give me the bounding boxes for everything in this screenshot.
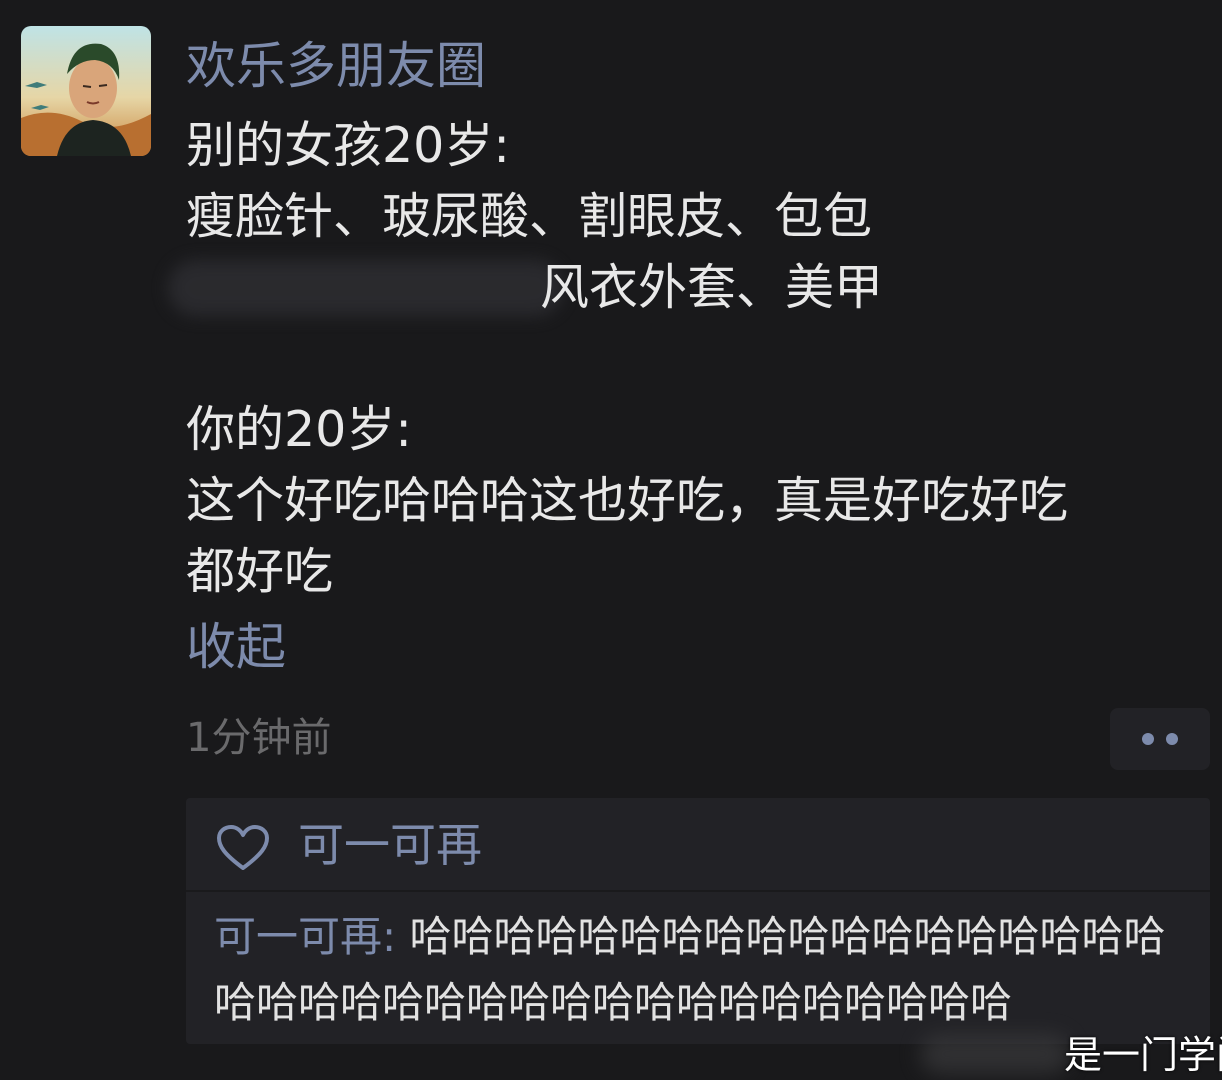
post-content: 别的女孩20岁: 瘦脸针、玻尿酸、割眼皮、包包 风衣外套、美甲 你的20岁: 这… bbox=[168, 110, 1206, 607]
comment-item[interactable]: 可一可再: 哈哈哈哈哈哈哈哈哈哈哈哈哈哈哈哈哈哈哈哈哈哈哈哈哈哈哈哈哈哈哈哈哈哈… bbox=[214, 904, 1206, 1036]
post-line-blank bbox=[186, 323, 1206, 394]
more-dot-icon bbox=[1142, 733, 1154, 745]
watermark-smudge bbox=[920, 1034, 1070, 1074]
post-line-partially-blurred: 风衣外套、美甲 bbox=[168, 252, 1206, 323]
blur-redaction bbox=[168, 260, 563, 316]
avatar[interactable] bbox=[21, 26, 151, 156]
more-dot-icon bbox=[1166, 733, 1178, 745]
avatar-illustration bbox=[21, 26, 151, 156]
watermark: 是一门学问 bbox=[1064, 1033, 1222, 1077]
post-author-name[interactable]: 欢乐多朋友圈 bbox=[186, 34, 486, 98]
post-line: 瘦脸针、玻尿酸、割眼皮、包包 bbox=[186, 188, 873, 245]
likes-row: 可一可再 bbox=[186, 798, 1210, 890]
post-line: 你的20岁: bbox=[186, 401, 412, 458]
heart-outline-icon bbox=[217, 825, 269, 870]
likes-comments-panel: 可一可再 可一可再: 哈哈哈哈哈哈哈哈哈哈哈哈哈哈哈哈哈哈哈哈哈哈哈哈哈哈哈哈哈… bbox=[186, 798, 1210, 1044]
post-line-visible-text: 风衣外套、美甲 bbox=[540, 259, 884, 316]
post-line: 都好吃 bbox=[186, 543, 334, 600]
collapse-link[interactable]: 收起 bbox=[186, 612, 286, 683]
post-line: 别的女孩20岁: bbox=[186, 117, 510, 174]
comment-author[interactable]: 可一可再 bbox=[214, 912, 382, 961]
post-line: 这个好吃哈哈哈这也好吃，真是好吃好吃 bbox=[186, 472, 1069, 529]
comment-separator: : bbox=[382, 912, 410, 961]
liker-name[interactable]: 可一可再 bbox=[298, 814, 482, 876]
panel-divider bbox=[186, 890, 1210, 892]
more-actions-button[interactable] bbox=[1110, 708, 1210, 770]
post-timestamp: 1分钟前 bbox=[186, 715, 332, 761]
